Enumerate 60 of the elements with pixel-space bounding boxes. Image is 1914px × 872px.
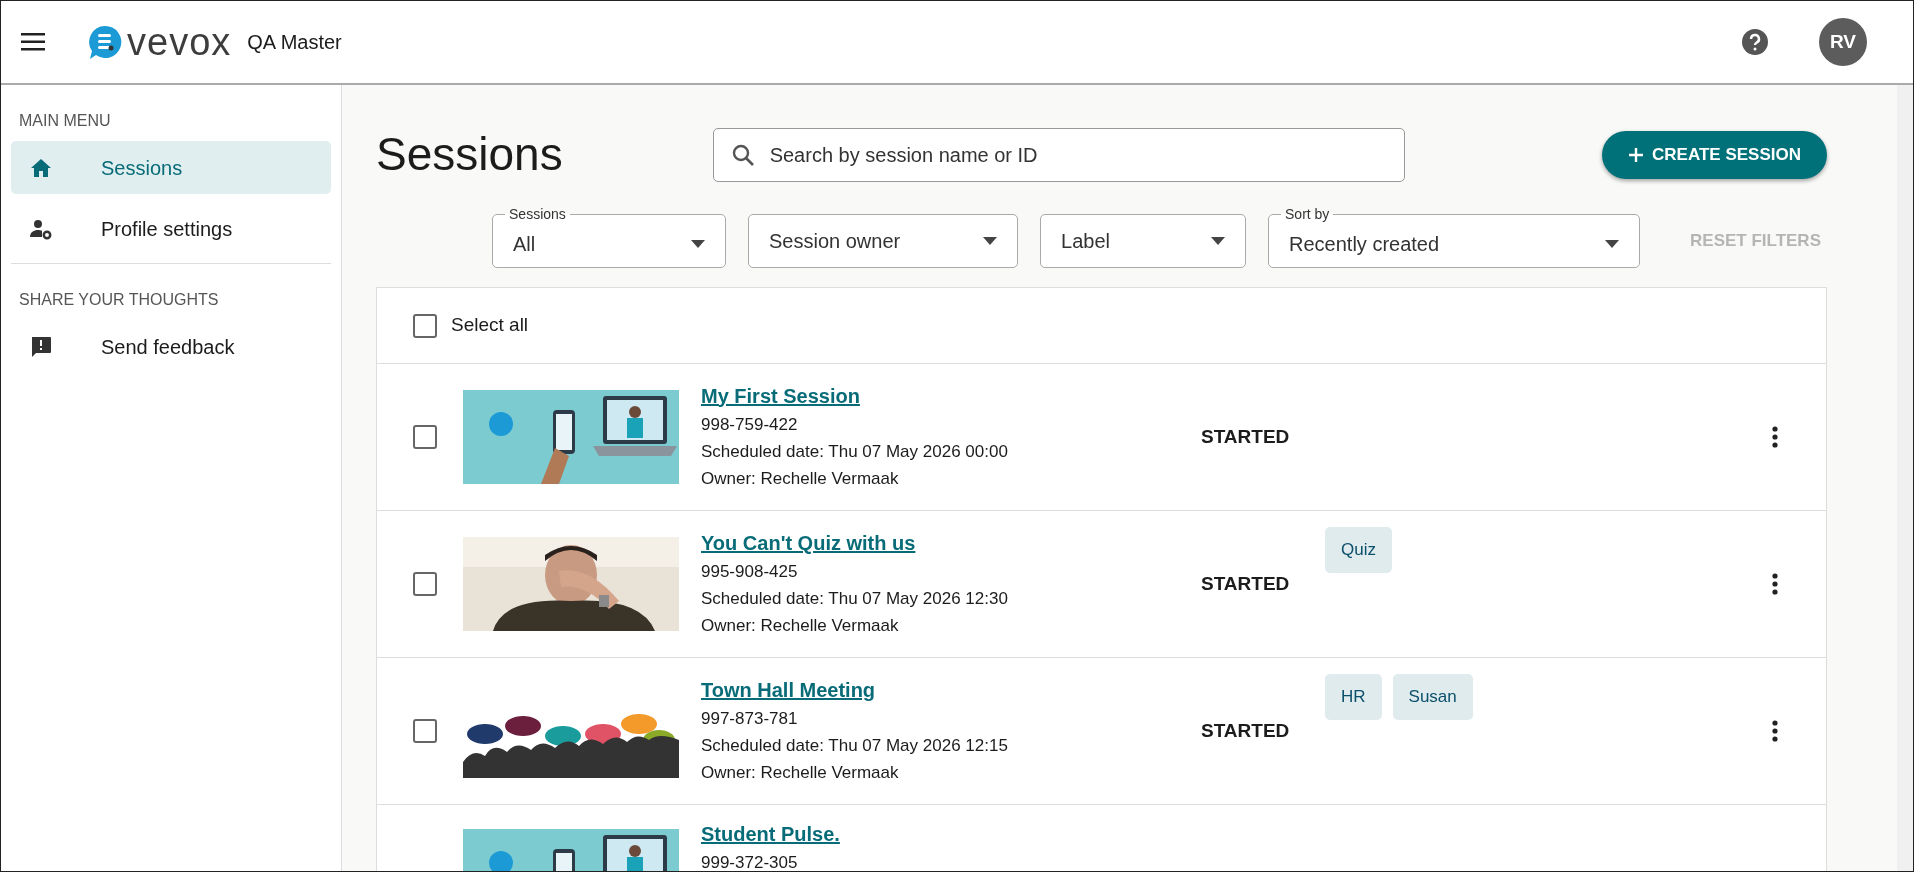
session-owner: Owner: Rechelle Vermaak bbox=[701, 467, 900, 490]
checkbox[interactable] bbox=[413, 719, 437, 743]
session-owner: Owner: Rechelle Vermaak bbox=[701, 614, 900, 637]
more-options-icon[interactable] bbox=[1772, 573, 1778, 595]
more-options-icon[interactable] bbox=[1772, 720, 1778, 742]
sidebar-item[interactable]: Send feedback bbox=[11, 320, 331, 373]
dropdown-field[interactable]: Sort by Recently created bbox=[1268, 206, 1640, 268]
user-avatar[interactable]: RV bbox=[1819, 18, 1867, 66]
session-id: 999-372-305 bbox=[701, 852, 799, 871]
session-id: 997-873-781 bbox=[701, 707, 799, 730]
session-title-link[interactable]: You Can't Quiz with us bbox=[701, 531, 916, 554]
session-tag: Susan bbox=[1392, 674, 1473, 720]
checkbox[interactable] bbox=[413, 572, 437, 596]
help-icon[interactable] bbox=[1741, 28, 1769, 56]
field-value: Recently created bbox=[1289, 232, 1440, 257]
logo-text: vevox bbox=[127, 23, 232, 61]
logo-icon bbox=[87, 24, 123, 60]
section-heading: SHARE YOUR THOUGHTS bbox=[18, 290, 220, 310]
dropdown-field[interactable]: Session owner bbox=[748, 214, 1018, 268]
dropdown-caret-icon bbox=[691, 240, 705, 248]
checkbox[interactable] bbox=[413, 313, 437, 338]
scheduled-date: Scheduled date: Thu 07 May 2026 12:30 bbox=[701, 587, 1009, 610]
search-icon bbox=[730, 143, 755, 167]
plus-icon bbox=[1628, 147, 1645, 163]
session-status: STARTED bbox=[1201, 571, 1291, 596]
dropdown-caret-icon bbox=[1605, 240, 1619, 248]
checkbox[interactable] bbox=[413, 425, 437, 449]
session-title-link[interactable]: Town Hall Meeting bbox=[701, 678, 876, 701]
scrollbar[interactable] bbox=[1897, 85, 1913, 871]
scheduled-date: Scheduled date: Thu 07 May 2026 12:15 bbox=[701, 734, 1009, 757]
session-title-link[interactable]: Student Pulse. bbox=[701, 823, 840, 845]
organization-name: QA Master bbox=[247, 30, 342, 55]
session-owner: Owner: Rechelle Vermaak bbox=[701, 761, 900, 784]
session-status: STARTED bbox=[1201, 718, 1291, 743]
session-title-link[interactable]: My First Session bbox=[701, 384, 860, 407]
dropdown-field[interactable]: Label bbox=[1040, 214, 1246, 268]
scheduled-date: Scheduled date: Thu 07 May 2026 00:00 bbox=[701, 440, 1009, 463]
session-status: STARTED bbox=[1201, 424, 1291, 449]
session-id: 995-908-425 bbox=[701, 560, 799, 583]
field-label: Sessions bbox=[508, 206, 567, 222]
page-title: Sessions bbox=[376, 127, 563, 183]
dropdown-caret-icon bbox=[1211, 237, 1225, 245]
field-placeholder: Session owner bbox=[769, 229, 901, 254]
create-session-button[interactable]: CREATE SESSION bbox=[1602, 131, 1827, 179]
menu-icon[interactable] bbox=[21, 33, 45, 51]
search-field[interactable]: Search by session name or ID bbox=[712, 128, 1405, 182]
dropdown-field[interactable]: Sessions All bbox=[492, 206, 726, 268]
dropdown-caret-icon bbox=[983, 237, 997, 245]
session-id: 998-759-422 bbox=[701, 413, 799, 436]
section-heading: MAIN MENU bbox=[18, 111, 112, 131]
sidebar-item[interactable]: Profile settings bbox=[11, 202, 331, 255]
feedback-icon bbox=[29, 334, 53, 359]
field-placeholder: Label bbox=[1061, 229, 1110, 254]
more-options-icon[interactable] bbox=[1772, 426, 1778, 448]
field-value: All bbox=[513, 232, 536, 257]
field-label: Sort by bbox=[1284, 206, 1331, 222]
session-tag: HR bbox=[1325, 674, 1382, 720]
checkbox-label: Select all bbox=[451, 313, 529, 338]
session-tag: Quiz bbox=[1325, 527, 1392, 573]
sidebar-item[interactable]: Sessions bbox=[11, 141, 331, 194]
